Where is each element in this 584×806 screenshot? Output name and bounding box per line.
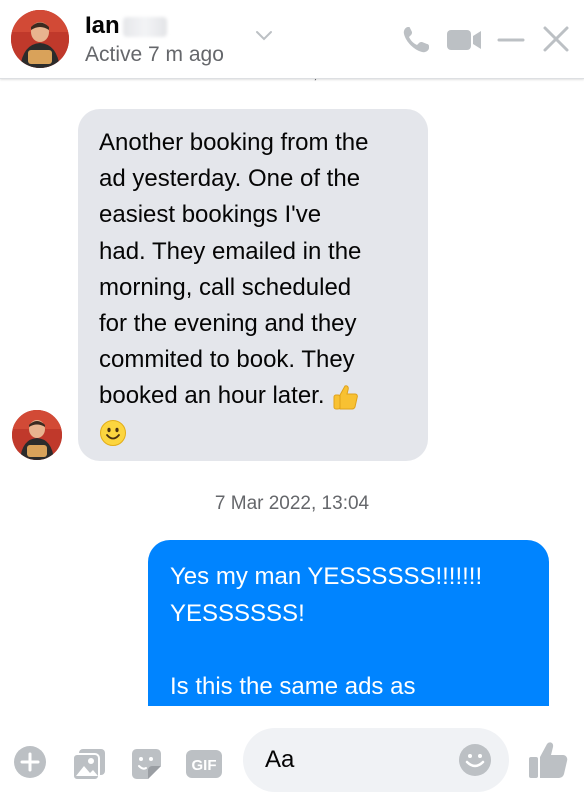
message-line: morning, call scheduled bbox=[99, 273, 352, 301]
message-line: for the evening and they bbox=[99, 310, 357, 338]
message-line: commited to book. They bbox=[99, 346, 355, 374]
message-line: easiest bookings I've bbox=[99, 201, 322, 229]
message-composer: GIF Aa bbox=[0, 706, 584, 806]
video-camera-icon[interactable] bbox=[445, 26, 483, 54]
active-status: Active 7 m ago bbox=[85, 43, 224, 66]
contact-avatar[interactable] bbox=[11, 10, 69, 68]
message-input-placeholder: Aa bbox=[265, 746, 295, 773]
redacted-name-blur bbox=[123, 17, 167, 37]
outgoing-message-bubble[interactable]: Yes my man YESSSSSS!!!!!!! YESSSSSS! Is … bbox=[148, 540, 549, 706]
gif-label: GIF bbox=[192, 757, 217, 774]
sticker-icon[interactable] bbox=[128, 746, 164, 782]
message-timestamp: 7 Mar 2022, 13:04 bbox=[214, 493, 370, 514]
emoji-icon[interactable] bbox=[457, 742, 493, 778]
chevron-down-icon[interactable] bbox=[255, 30, 273, 42]
incoming-message-bubble[interactable]: Another booking from the ad yesterday. O… bbox=[78, 109, 428, 461]
close-icon[interactable] bbox=[541, 24, 571, 54]
smiling-face-emoji-icon bbox=[100, 420, 126, 447]
message-line: booked an hour later. bbox=[99, 382, 325, 410]
message-line: Is this the same ads as bbox=[170, 673, 416, 700]
gif-icon[interactable]: GIF bbox=[185, 746, 223, 782]
thumbs-up-emoji-icon bbox=[333, 385, 359, 410]
message-line: Another booking from the bbox=[99, 129, 369, 156]
message-line: YESSSSSS! bbox=[170, 600, 305, 627]
message-line: had. They emailed in the bbox=[99, 237, 362, 265]
message-line: ad yesterday. One of the bbox=[99, 165, 361, 193]
contact-name[interactable]: Ian bbox=[85, 12, 120, 40]
minimize-icon[interactable] bbox=[497, 24, 525, 56]
sender-avatar[interactable] bbox=[12, 410, 62, 460]
message-line: Yes my man YESSSSSS!!!!!!! bbox=[170, 563, 483, 590]
like-icon[interactable] bbox=[527, 739, 569, 781]
chat-header: Ian Active 7 m ago bbox=[0, 0, 584, 79]
plus-icon[interactable] bbox=[13, 745, 47, 779]
phone-icon[interactable] bbox=[400, 24, 432, 56]
photo-icon[interactable] bbox=[71, 746, 107, 782]
message-input[interactable]: Aa bbox=[243, 728, 509, 792]
